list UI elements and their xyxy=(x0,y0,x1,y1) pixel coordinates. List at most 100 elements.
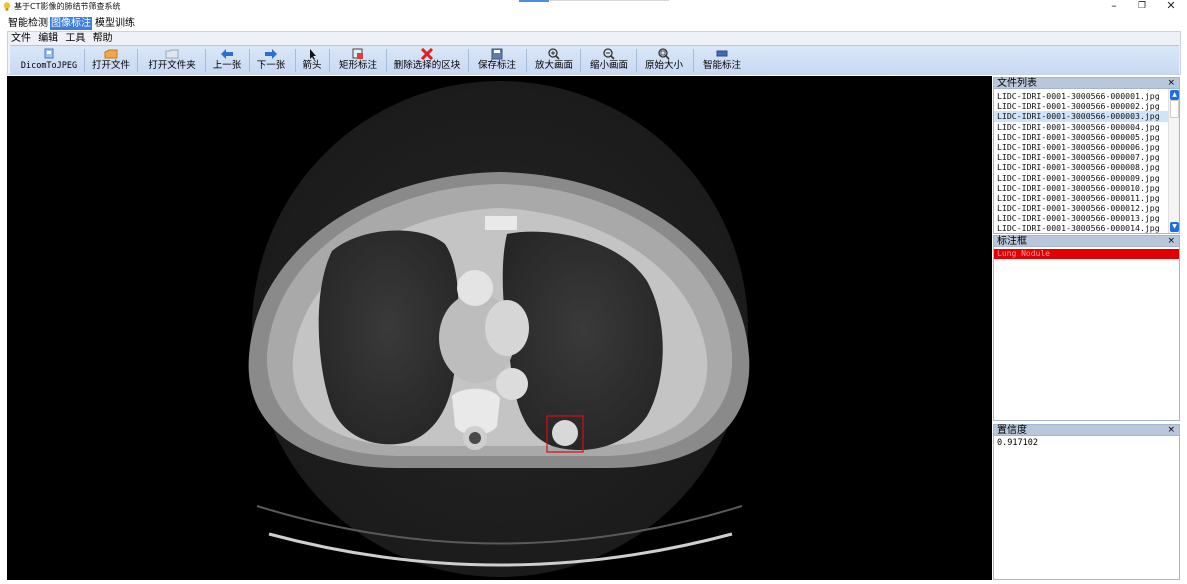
menu-edit[interactable]: 编辑 xyxy=(38,33,58,44)
open-file-button[interactable]: 打开文件 xyxy=(90,47,132,74)
file-list-panel: 文件列表 × LIDC-IDRI-0001-3000566-000001.jpg… xyxy=(993,77,1180,234)
file-list-item[interactable]: LIDC-IDRI-0001-3000566-000009.jpg xyxy=(994,173,1179,183)
toolbar-separator xyxy=(295,49,296,72)
save-disk-icon xyxy=(491,48,503,60)
zoom-out-label: 缩小画面 xyxy=(589,60,628,71)
confidence-title: 置信度 xyxy=(997,425,1027,436)
file-list-title: 文件列表 xyxy=(997,78,1037,89)
prev-image-button[interactable]: 上一张 xyxy=(209,47,245,74)
zoom-out-icon xyxy=(603,48,615,60)
menu-bar: 文件 编辑 工具 帮助 xyxy=(11,33,117,45)
toolbar-separator xyxy=(329,49,330,72)
confidence-close-icon[interactable]: × xyxy=(1167,425,1175,436)
delete-region-button[interactable]: 删除选择的区块 xyxy=(391,47,463,74)
open-file-icon xyxy=(104,49,118,59)
arrow-left-icon xyxy=(221,49,233,59)
toolbar: DicomToJPEG 打开文件 打开文件夹 上一张 下一张 箭头 矩形标注 删… xyxy=(10,45,1179,74)
scroll-up-icon[interactable]: ▲ xyxy=(1170,90,1179,100)
scroll-thumb[interactable] xyxy=(1170,100,1179,118)
zoom-in-label: 放大画面 xyxy=(534,60,573,71)
zoom-in-icon xyxy=(548,48,560,60)
ct-scan-image xyxy=(248,81,750,577)
tab-image-annotation[interactable]: 图像标注 xyxy=(50,17,92,30)
menu-tools[interactable]: 工具 xyxy=(65,33,85,44)
annotation-body: Lung Nodule xyxy=(993,247,1180,421)
file-list-body: LIDC-IDRI-0001-3000566-000001.jpg LIDC-ID… xyxy=(993,89,1180,234)
tab-model-training[interactable]: 模型训练 xyxy=(94,17,136,30)
rect-annotate-label: 矩形标注 xyxy=(338,60,377,71)
window-title: 基于CT影像的肺结节筛查系统 xyxy=(14,2,121,11)
arrow-tool-label: 箭头 xyxy=(302,60,322,71)
menu-file[interactable]: 文件 xyxy=(11,33,31,44)
open-folder-button[interactable]: 打开文件夹 xyxy=(143,47,201,74)
file-list-close-icon[interactable]: × xyxy=(1167,78,1175,89)
toolbar-separator xyxy=(84,49,85,72)
confidence-body: 0.917102 xyxy=(993,436,1180,580)
folder-icon xyxy=(165,49,179,59)
toolbar-separator xyxy=(580,49,581,72)
toolbar-separator xyxy=(526,49,527,72)
zoom-in-button[interactable]: 放大画面 xyxy=(532,47,576,74)
file-list-item[interactable]: LIDC-IDRI-0001-3000566-000003.jpg xyxy=(994,111,1179,122)
arrow-tool-button[interactable]: 箭头 xyxy=(299,47,325,74)
file-list-item[interactable]: LIDC-IDRI-0001-3000566-000004.jpg xyxy=(994,122,1179,132)
rect-annotate-button[interactable]: 矩形标注 xyxy=(334,47,382,74)
original-size-button[interactable]: 原始大小 xyxy=(642,47,686,74)
original-size-icon xyxy=(658,48,670,60)
file-list-item[interactable]: LIDC-IDRI-0001-3000566-000006.jpg xyxy=(994,142,1179,152)
confidence-panel: 置信度 × 0.917102 xyxy=(993,424,1180,580)
annotation-close-icon[interactable]: × xyxy=(1167,236,1175,247)
file-list-item[interactable]: LIDC-IDRI-0001-3000566-000008.jpg xyxy=(994,162,1179,172)
top-tab-menu: 智能检测 图像标注 模型训练 xyxy=(0,17,1187,30)
file-list: LIDC-IDRI-0001-3000566-000001.jpg LIDC-ID… xyxy=(994,89,1179,233)
arrow-right-icon xyxy=(265,49,277,59)
delete-region-label: 删除选择的区块 xyxy=(393,60,461,71)
minimize-button[interactable]: – xyxy=(1100,0,1128,13)
smart-annotate-icon xyxy=(716,50,728,57)
delete-x-icon xyxy=(420,48,434,60)
toolbar-separator xyxy=(249,49,250,72)
file-list-item[interactable]: LIDC-IDRI-0001-3000566-000007.jpg xyxy=(994,152,1179,162)
open-folder-label: 打开文件夹 xyxy=(148,60,196,71)
scroll-down-icon[interactable]: ▼ xyxy=(1170,222,1179,232)
zoom-out-button[interactable]: 缩小画面 xyxy=(587,47,631,74)
title-bar: 基于CT影像的肺结节筛查系统 – ❐ ✕ xyxy=(0,0,1187,14)
dicom-to-jpeg-label: DicomToJPEG xyxy=(20,61,78,71)
annotation-item[interactable]: Lung Nodule xyxy=(994,249,1179,259)
prev-image-label: 上一张 xyxy=(212,60,242,71)
annotation-header: 标注框 × xyxy=(993,235,1180,247)
tab-smart-detect[interactable]: 智能检测 xyxy=(7,17,49,30)
file-list-item[interactable]: LIDC-IDRI-0001-3000566-000001.jpg xyxy=(994,91,1179,101)
smart-annotate-button[interactable]: 智能标注 xyxy=(700,47,744,74)
file-list-item[interactable]: LIDC-IDRI-0001-3000566-000010.jpg xyxy=(994,183,1179,193)
next-image-button[interactable]: 下一张 xyxy=(253,47,289,74)
toolbar-separator xyxy=(693,49,694,72)
save-annotation-label: 保存标注 xyxy=(477,60,516,71)
maximize-button[interactable]: ❐ xyxy=(1128,0,1156,13)
confidence-value: 0.917102 xyxy=(997,438,1038,448)
file-list-item[interactable]: LIDC-IDRI-0001-3000566-000012.jpg xyxy=(994,203,1179,213)
file-list-item[interactable]: LIDC-IDRI-0001-3000566-000005.jpg xyxy=(994,132,1179,142)
toolbar-separator xyxy=(468,49,469,72)
toolbar-separator xyxy=(205,49,206,72)
file-list-item[interactable]: LIDC-IDRI-0001-3000566-000002.jpg xyxy=(994,101,1179,111)
file-list-item[interactable]: LIDC-IDRI-0001-3000566-000011.jpg xyxy=(994,193,1179,203)
file-list-scrollbar[interactable]: ▲ ▼ xyxy=(1168,89,1179,233)
smart-annotate-label: 智能标注 xyxy=(702,60,741,71)
title-divider xyxy=(549,0,669,1)
save-annotation-button[interactable]: 保存标注 xyxy=(473,47,521,74)
file-list-item[interactable]: LIDC-IDRI-0001-3000566-000014.jpg xyxy=(994,223,1179,233)
close-button[interactable]: ✕ xyxy=(1157,0,1185,13)
app-bulb-icon xyxy=(3,2,11,11)
file-list-item[interactable]: LIDC-IDRI-0001-3000566-000013.jpg xyxy=(994,213,1179,223)
menu-help[interactable]: 帮助 xyxy=(93,33,113,44)
open-file-label: 打开文件 xyxy=(91,60,130,71)
image-viewer-canvas[interactable] xyxy=(7,76,992,580)
ribbon-panel: 文件 编辑 工具 帮助 DicomToJPEG 打开文件 打开文件夹 上一张 下… xyxy=(7,31,1181,75)
next-image-label: 下一张 xyxy=(256,60,286,71)
annotation-title: 标注框 xyxy=(997,236,1027,247)
cursor-icon xyxy=(310,49,316,60)
toolbar-separator xyxy=(386,49,387,72)
toolbar-separator xyxy=(137,49,138,72)
dicom-to-jpeg-button[interactable]: DicomToJPEG xyxy=(18,47,80,74)
